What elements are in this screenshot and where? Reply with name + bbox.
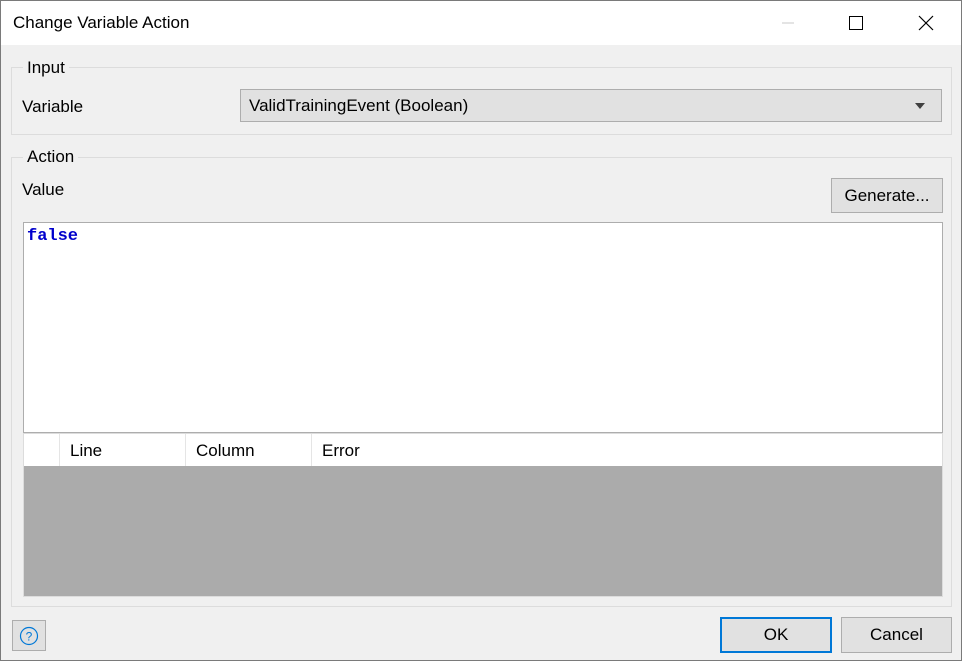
close-button[interactable] <box>903 1 949 45</box>
variable-select-value: ValidTrainingEvent (Boolean) <box>249 96 469 115</box>
minimize-icon <box>782 22 794 24</box>
column-header-indicator[interactable] <box>24 434 60 466</box>
maximize-button[interactable] <box>833 1 879 45</box>
chevron-down-icon <box>915 103 925 109</box>
minimize-button[interactable] <box>765 1 811 45</box>
column-header-line[interactable]: Line <box>60 434 186 466</box>
ok-button[interactable]: OK <box>720 617 832 653</box>
error-table[interactable]: Line Column Error <box>23 433 943 597</box>
title-bar: Change Variable Action <box>1 1 961 45</box>
error-table-header: Line Column Error <box>24 434 942 466</box>
input-group-legend: Input <box>23 58 69 78</box>
help-button[interactable]: ? <box>12 620 46 651</box>
expression-editor[interactable]: false <box>23 222 943 433</box>
window-title: Change Variable Action <box>13 13 190 32</box>
generate-button[interactable]: Generate... <box>831 178 943 213</box>
action-group-legend: Action <box>23 147 79 167</box>
svg-text:?: ? <box>26 629 33 643</box>
close-icon <box>918 15 934 31</box>
cancel-button[interactable]: Cancel <box>841 617 952 653</box>
expression-text[interactable]: false <box>27 227 78 246</box>
help-icon: ? <box>19 626 39 645</box>
change-variable-action-dialog: Change Variable Action Input Variable Va… <box>0 0 962 661</box>
column-header-error[interactable]: Error <box>312 434 942 466</box>
maximize-icon <box>849 16 863 30</box>
column-header-column[interactable]: Column <box>186 434 312 466</box>
variable-select[interactable]: ValidTrainingEvent (Boolean) <box>240 89 942 122</box>
variable-label: Variable <box>22 97 84 116</box>
value-label: Value <box>22 180 65 199</box>
